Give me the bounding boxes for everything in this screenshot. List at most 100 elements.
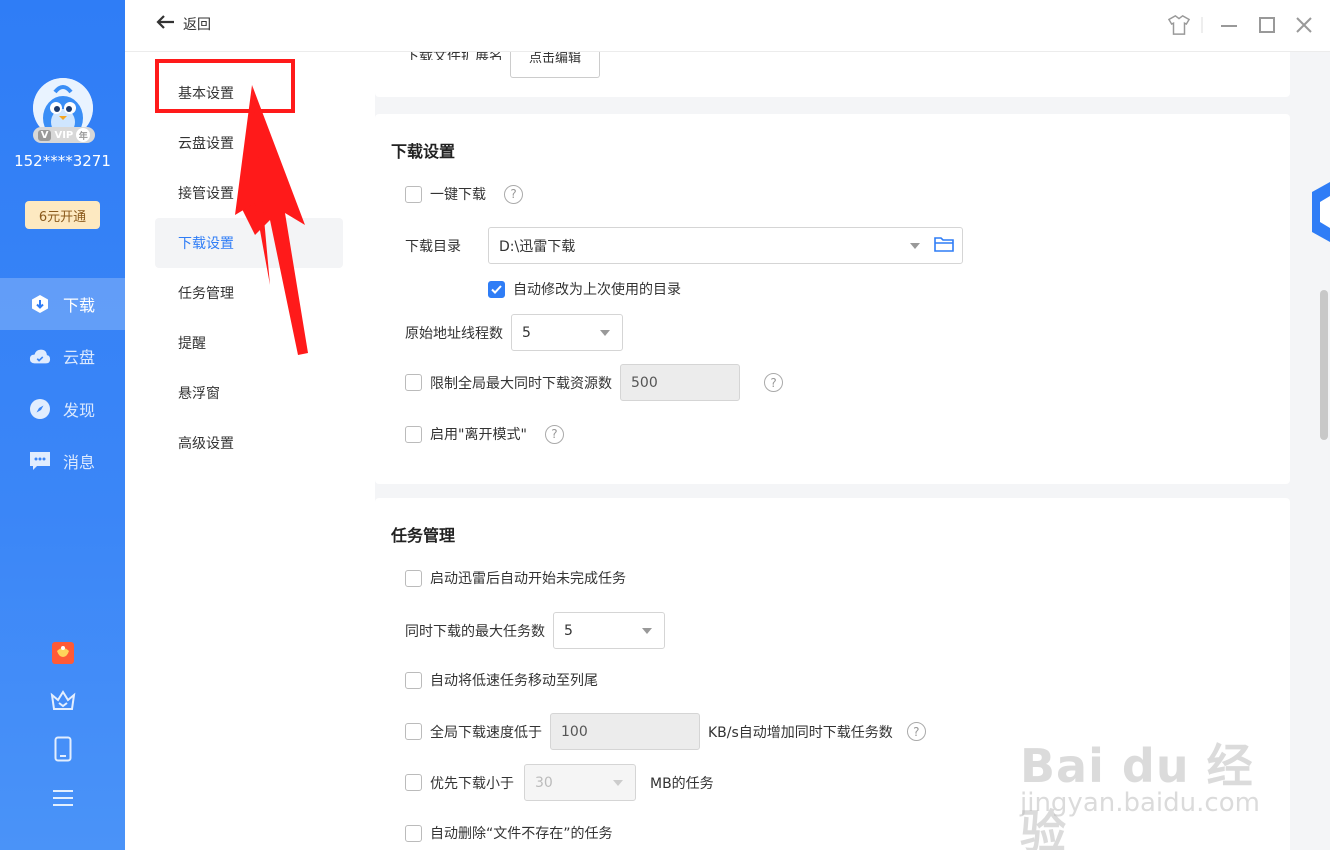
nav-label-cloud: 云盘 xyxy=(63,348,96,367)
one-click-download-checkbox[interactable] xyxy=(405,185,422,203)
nav-label-messages: 消息 xyxy=(63,453,96,472)
download-settings-card: 下载设置 一键下载 ? 下载目录 D:\迅雷下载 自动修改为上次使用的目录 原始… xyxy=(375,114,1290,484)
away-mode-row: 启用"离开模式" ? xyxy=(405,424,564,444)
speed-low-row: 全局下载速度低于 100 KB/s自动增加同时下载任务数 ? xyxy=(405,713,926,750)
priority-small-suffix: MB的任务 xyxy=(650,775,714,792)
vip-v-mark: V xyxy=(37,129,52,141)
baidu-watermark: Bai du 经验 jingyan.baidu.com xyxy=(1020,710,1280,850)
task-management-title: 任务管理 xyxy=(391,526,456,545)
help-icon[interactable]: ? xyxy=(544,424,564,444)
cloud-icon xyxy=(29,345,51,367)
title-divider xyxy=(1200,14,1204,36)
maximize-icon[interactable] xyxy=(1256,14,1278,36)
title-bar xyxy=(125,0,1330,52)
menu-item-floating-window[interactable]: 悬浮窗 xyxy=(155,368,343,418)
back-button[interactable]: 返回 xyxy=(155,14,211,34)
auto-start-row: 启动迅雷后自动开始未完成任务 xyxy=(405,568,626,588)
scrollbar-thumb[interactable] xyxy=(1320,290,1328,440)
priority-small-checkbox[interactable] xyxy=(405,774,422,791)
download-dir-label: 下载目录 xyxy=(405,238,461,255)
download-icon xyxy=(29,293,51,315)
file-extension-label: 下载文件扩展名 xyxy=(405,52,503,60)
checkmark-icon xyxy=(491,284,502,294)
speed-low-label: 全局下载速度低于 xyxy=(430,724,542,741)
nav-item-download[interactable]: 下载 xyxy=(0,278,125,330)
download-dir-value: D:\迅雷下载 xyxy=(499,238,576,255)
nav-item-discover[interactable]: 发现 xyxy=(0,383,125,435)
folder-icon[interactable] xyxy=(934,236,954,256)
auto-modify-dir-label: 自动修改为上次使用的目录 xyxy=(513,282,681,298)
phone-icon[interactable] xyxy=(50,736,76,762)
file-extension-card: 下载文件扩展名 点击编辑 xyxy=(375,52,1290,97)
open-vip-button[interactable]: 6元开通 xyxy=(25,201,100,229)
back-label: 返回 xyxy=(183,17,211,33)
gift-icon[interactable] xyxy=(50,640,76,666)
chevron-down-icon xyxy=(600,329,610,336)
edit-extension-button[interactable]: 点击编辑 xyxy=(510,52,600,78)
compass-icon xyxy=(29,398,51,420)
priority-small-value: 30 xyxy=(535,774,553,791)
speed-low-input[interactable]: 100 xyxy=(550,713,700,750)
download-dir-row: 下载目录 D:\迅雷下载 xyxy=(405,227,963,264)
priority-small-select[interactable]: 30 xyxy=(524,764,636,801)
auto-start-checkbox[interactable] xyxy=(405,569,422,587)
limit-sources-label: 限制全局最大同时下载资源数 xyxy=(430,375,612,392)
thread-count-select[interactable]: 5 xyxy=(511,314,623,351)
move-slow-label: 自动将低速任务移动至列尾 xyxy=(430,673,598,689)
chevron-down-icon[interactable] xyxy=(910,242,920,249)
move-slow-row: 自动将低速任务移动至列尾 xyxy=(405,670,598,690)
speed-low-checkbox[interactable] xyxy=(405,723,422,740)
crown-icon[interactable] xyxy=(50,687,76,713)
auto-delete-label: 自动删除“文件不存在”的任务 xyxy=(430,826,613,842)
minimize-icon[interactable] xyxy=(1218,14,1240,36)
limit-sources-checkbox[interactable] xyxy=(405,374,422,391)
auto-modify-dir-checkbox[interactable] xyxy=(488,280,505,298)
nav-label-download: 下载 xyxy=(63,296,96,315)
thread-count-label: 原始地址线程数 xyxy=(405,325,503,342)
user-phone: 152****3271 xyxy=(14,152,111,170)
move-slow-checkbox[interactable] xyxy=(405,671,422,689)
one-click-download-label: 一键下载 xyxy=(430,187,486,203)
auto-start-label: 启动迅雷后自动开始未完成任务 xyxy=(430,571,626,587)
nav-item-messages[interactable]: 消息 xyxy=(0,435,125,487)
close-icon[interactable] xyxy=(1293,14,1315,36)
menu-item-advanced-settings[interactable]: 高级设置 xyxy=(155,418,343,468)
max-tasks-row: 同时下载的最大任务数 5 xyxy=(405,612,665,649)
limit-sources-row: 限制全局最大同时下载资源数 500 ? xyxy=(405,364,783,401)
max-tasks-value: 5 xyxy=(564,622,573,639)
side-assistant-widget[interactable] xyxy=(1308,180,1330,244)
message-icon xyxy=(29,450,51,472)
hexagon-shield-icon xyxy=(1312,182,1330,242)
chevron-down-icon xyxy=(613,779,623,786)
help-icon[interactable]: ? xyxy=(764,373,783,392)
vip-year-mark: 年 xyxy=(76,128,91,142)
help-icon[interactable]: ? xyxy=(504,184,523,204)
priority-small-label: 优先下载小于 xyxy=(430,775,514,792)
nav-item-cloud[interactable]: 云盘 xyxy=(0,330,125,382)
help-icon[interactable]: ? xyxy=(906,722,926,741)
away-mode-label: 启用"离开模式" xyxy=(430,427,527,443)
max-tasks-select[interactable]: 5 xyxy=(553,612,665,649)
auto-delete-checkbox[interactable] xyxy=(405,824,422,842)
download-dir-select[interactable]: D:\迅雷下载 xyxy=(488,227,963,264)
limit-sources-input[interactable]: 500 xyxy=(620,364,740,401)
vip-badge: V VIP 年 xyxy=(33,127,95,143)
priority-small-row: 优先下载小于 30 MB的任务 xyxy=(405,764,714,801)
away-mode-checkbox[interactable] xyxy=(405,425,422,443)
vip-label: VIP xyxy=(54,129,74,141)
edit-extension-label: 点击编辑 xyxy=(528,52,581,66)
arrow-left-icon xyxy=(155,14,175,34)
one-click-download-row: 一键下载 ? xyxy=(405,184,523,204)
thread-count-value: 5 xyxy=(522,324,531,341)
skin-shirt-icon[interactable] xyxy=(1168,14,1190,36)
app-sidebar: V VIP 年 152****3271 6元开通 下载 云盘 发现 消息 xyxy=(0,0,125,850)
file-extension-row: 下载文件扩展名 xyxy=(405,52,503,60)
menu-icon[interactable] xyxy=(50,785,76,811)
annotation-arrow-icon xyxy=(235,85,308,355)
max-tasks-label: 同时下载的最大任务数 xyxy=(405,623,545,640)
chevron-down-icon xyxy=(642,627,652,634)
thread-count-row: 原始地址线程数 5 xyxy=(405,314,623,351)
speed-low-suffix: KB/s自动增加同时下载任务数 xyxy=(708,724,893,741)
auto-delete-row: 自动删除“文件不存在”的任务 xyxy=(405,823,613,843)
download-settings-title: 下载设置 xyxy=(391,142,456,161)
